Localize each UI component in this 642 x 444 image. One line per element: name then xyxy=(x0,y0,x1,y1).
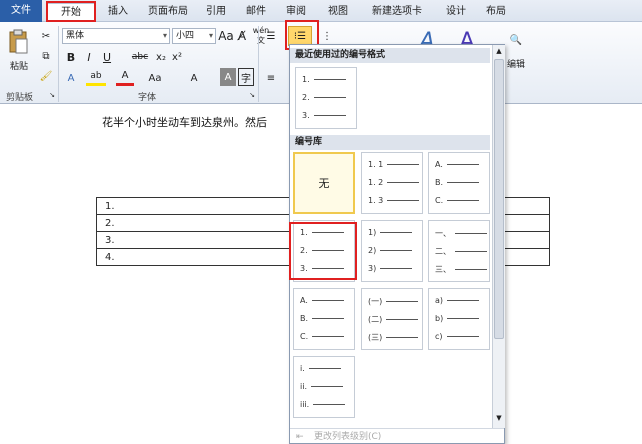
tab-design[interactable]: 设计 xyxy=(436,3,476,21)
char-border-icon[interactable]: A xyxy=(220,68,236,86)
format-option[interactable]: a) b) c) xyxy=(428,288,490,350)
font-color-icon[interactable]: A xyxy=(116,68,134,86)
font-name-combo[interactable]: 黑体 ▾ xyxy=(62,28,170,44)
text-effects-icon[interactable]: A xyxy=(62,70,80,86)
body-text: 花半个小时坐动车到达泉州。然后 xyxy=(102,116,267,129)
scroll-up-icon[interactable]: ▲ xyxy=(494,47,504,57)
chevron-down-icon: ▾ xyxy=(162,31,167,40)
list-item: 1. xyxy=(302,75,346,84)
divider xyxy=(58,26,59,102)
clear-format-icon[interactable]: A̸ xyxy=(234,28,250,44)
enclose-char-icon[interactable]: 字 xyxy=(238,68,254,86)
superscript-icon[interactable]: x² xyxy=(170,50,184,64)
multilevel-list-icon[interactable]: ⋮ xyxy=(318,28,336,44)
change-list-level-label: 更改列表级别(C) xyxy=(314,432,382,442)
tab-layout[interactable]: 布局 xyxy=(476,3,516,21)
numbering-icon[interactable]: ⁝☰ xyxy=(288,26,312,46)
tab-view[interactable]: 视图 xyxy=(322,3,354,21)
copy-icon[interactable]: ⧉ xyxy=(40,50,52,62)
cut-icon[interactable]: ✂ xyxy=(40,30,52,42)
edit-label[interactable]: 编辑 xyxy=(506,56,526,70)
font-name-value: 黑体 xyxy=(66,31,85,41)
highlight-color-icon[interactable]: ab xyxy=(86,68,106,86)
tab-home[interactable]: 开始 xyxy=(46,3,96,21)
numbering-dropdown: 最近使用过的编号格式 1. 2. 3. 编号库 无 1. 1 1. 2 1. 3… xyxy=(289,44,505,444)
clear-formatting-button[interactable]: Aa xyxy=(142,70,168,86)
tab-review[interactable]: 审阅 xyxy=(280,3,312,21)
underline-icon[interactable]: U xyxy=(100,50,114,64)
clear-formatting-label: Aa xyxy=(148,72,162,84)
format-none-option[interactable]: 无 xyxy=(293,152,355,214)
tab-mailings[interactable]: 邮件 xyxy=(240,3,272,21)
align-icon[interactable]: ≡ xyxy=(262,70,280,86)
format-option[interactable]: 一、 二、 三、 xyxy=(428,220,490,282)
divider xyxy=(258,26,259,102)
tab-file[interactable]: 文件 xyxy=(0,0,42,22)
library-heading: 编号库 xyxy=(290,135,490,150)
scroll-down-icon[interactable]: ▼ xyxy=(494,414,504,424)
subscript-icon[interactable]: x₂ xyxy=(154,50,168,64)
scroll-thumb[interactable] xyxy=(494,59,504,339)
bold-icon[interactable]: B xyxy=(64,50,78,64)
list-item: 2. xyxy=(302,93,346,102)
format-painter-icon[interactable]: 🖌 xyxy=(40,70,53,82)
list-item: 3. xyxy=(302,111,346,120)
font-size-combo[interactable]: 小四 ▾ xyxy=(172,28,216,44)
font-size-value: 小四 xyxy=(176,31,195,41)
format-option-1-2-3[interactable]: 1. 2. 3. xyxy=(293,220,355,282)
recent-formats-heading: 最近使用过的编号格式 xyxy=(290,48,490,63)
font-group-label: 字体 xyxy=(138,93,157,103)
bullets-icon[interactable]: ☰ xyxy=(262,28,280,44)
format-option[interactable]: 1) 2) 3) xyxy=(361,220,423,282)
clipboard-launcher-icon[interactable]: ↘ xyxy=(48,90,56,100)
recent-format-option[interactable]: 1. 2. 3. xyxy=(295,67,357,129)
strikethrough-icon[interactable]: abc xyxy=(130,50,150,64)
change-case-icon[interactable]: Aa xyxy=(218,28,234,44)
font-launcher-icon[interactable]: ↘ xyxy=(248,90,256,100)
italic-icon[interactable]: I xyxy=(82,50,96,64)
font-color-letter: A xyxy=(121,70,129,81)
format-option[interactable]: A. B. C. xyxy=(428,152,490,214)
list-level-icon: ⇤ xyxy=(296,432,304,442)
change-list-level-item[interactable]: ⇤ 更改列表级别(C) xyxy=(290,428,504,444)
format-option[interactable]: 1. 1 1. 2 1. 3 xyxy=(361,152,423,214)
paste-label[interactable]: 粘贴 xyxy=(6,58,32,72)
paste-icon[interactable] xyxy=(6,28,30,56)
chevron-down-icon: ▾ xyxy=(208,31,213,40)
find-icon[interactable]: 🔍 xyxy=(506,30,526,50)
format-option[interactable]: A. B. C. xyxy=(293,288,355,350)
tab-new-tab[interactable]: 新建选项卡 xyxy=(362,3,432,21)
dropdown-scrollbar[interactable]: ▲ ▼ xyxy=(492,45,505,428)
clipboard-group-label: 剪贴板 xyxy=(6,93,34,103)
ribbon-tabs: 文件 开始 插入 页面布局 引用 邮件 审阅 视图 新建选项卡 设计 布局 xyxy=(0,0,642,22)
format-option[interactable]: i. ii. iii. xyxy=(293,356,355,418)
tab-insert[interactable]: 插入 xyxy=(100,3,136,21)
tab-references[interactable]: 引用 xyxy=(200,3,232,21)
tab-page-layout[interactable]: 页面布局 xyxy=(140,3,196,21)
format-option[interactable]: (一) (二) (三) xyxy=(361,288,423,350)
char-shading-icon[interactable]: A xyxy=(188,70,200,86)
